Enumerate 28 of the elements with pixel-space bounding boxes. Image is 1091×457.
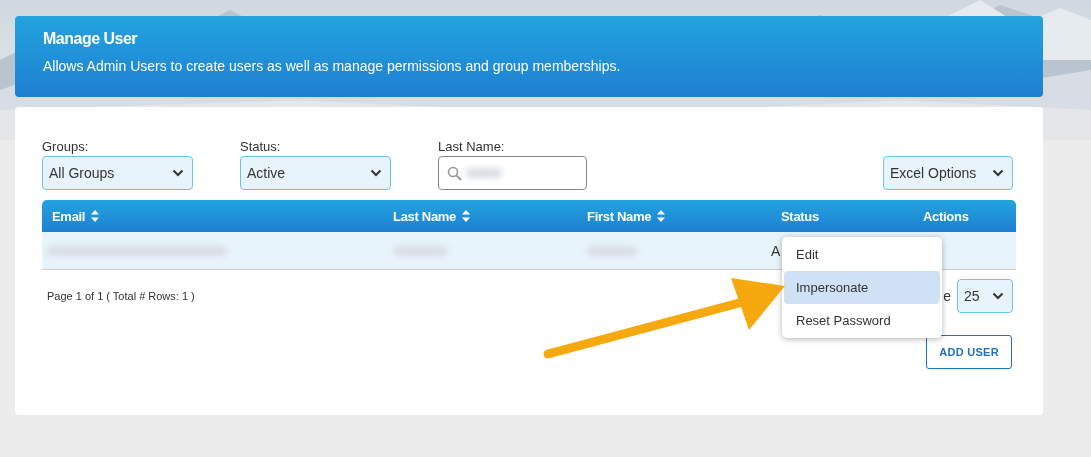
menu-item[interactable]: Edit bbox=[784, 238, 940, 271]
sort-icon[interactable] bbox=[91, 210, 100, 222]
sort-icon[interactable] bbox=[462, 210, 471, 222]
filter-select[interactable]: Active bbox=[240, 156, 391, 190]
filter-select[interactable]: All Groups bbox=[42, 156, 193, 190]
menu-item[interactable]: Reset Password bbox=[784, 304, 940, 337]
search-icon bbox=[447, 165, 462, 181]
page-size-label: e bbox=[943, 288, 951, 304]
page-size-select[interactable]: 25 bbox=[957, 279, 1013, 313]
chevron-down-icon bbox=[370, 169, 382, 177]
pagination-summary: Page 1 of 1 ( Total # Rows: 1 ) bbox=[46, 290, 195, 302]
filter-label: Last Name: bbox=[438, 139, 506, 154]
column-header: Actions bbox=[923, 208, 969, 224]
column-header[interactable]: Last Name bbox=[393, 208, 457, 224]
chevron-down-icon bbox=[172, 169, 184, 177]
add-user-button[interactable]: ADD USER bbox=[926, 335, 1012, 369]
page-description: Allows Admin Users to create users as well as manage permissions and group memberships. bbox=[43, 58, 622, 74]
filter-label: Groups: bbox=[42, 139, 90, 154]
sort-icon[interactable] bbox=[657, 210, 666, 222]
table-cell: A bbox=[771, 242, 781, 259]
chevron-down-icon bbox=[992, 292, 1004, 300]
column-header: Status bbox=[781, 208, 819, 224]
menu-item[interactable]: Impersonate bbox=[784, 271, 940, 304]
page-title: Manage User bbox=[43, 30, 139, 48]
filter-label: Status: bbox=[240, 139, 282, 154]
excel-options-select[interactable]: Excel Options bbox=[883, 156, 1013, 190]
chevron-down-icon bbox=[992, 169, 1004, 177]
search-field[interactable] bbox=[438, 156, 587, 190]
